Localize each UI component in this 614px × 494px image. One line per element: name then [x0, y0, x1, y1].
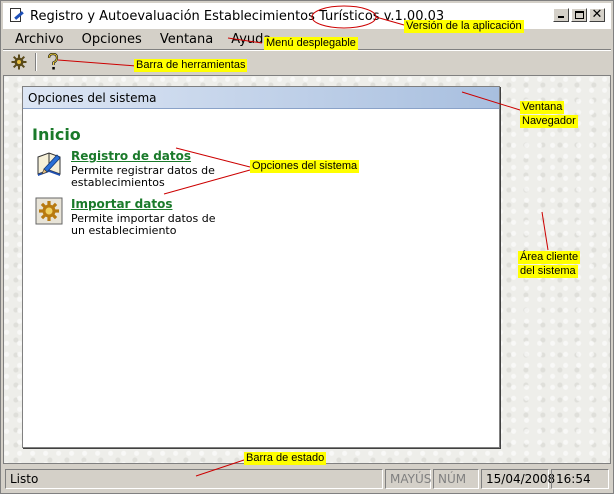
toolbar-separator	[35, 53, 37, 71]
navigator-window: Opciones del sistema Inicio Registro de …	[22, 86, 500, 448]
toolbar	[3, 51, 611, 73]
registro-description: Permite registrar datos de establecimien…	[71, 164, 215, 189]
annotation-navigator-1: Ventana	[520, 101, 565, 114]
menu-ventana[interactable]: Ventana	[160, 32, 213, 47]
annotation-client-2: del sistema	[518, 265, 578, 278]
annotation-menu: Menú desplegable	[264, 37, 358, 50]
book-pencil-icon[interactable]	[35, 149, 63, 177]
importar-link[interactable]: Importar datos	[71, 197, 221, 211]
menu-opciones[interactable]: Opciones	[82, 32, 142, 47]
minimize-button[interactable]	[553, 8, 569, 22]
option-importar: Importar datos Permite importar datos de…	[35, 197, 221, 237]
close-button[interactable]: ✕	[589, 7, 605, 22]
importar-description: Permite importar datos de un establecimi…	[71, 212, 216, 237]
settings-gear-icon[interactable]	[9, 52, 29, 72]
registro-link[interactable]: Registro de datos	[71, 149, 221, 163]
status-bar: Listo MAYÚS NÚM 15/04/2008 16:54	[3, 467, 611, 491]
date-indicator: 15/04/2008	[481, 469, 555, 489]
navigator-heading: Inicio	[32, 125, 81, 144]
annotation-client-1: Área cliente	[518, 251, 581, 264]
annotation-toolbar: Barra de herramientas	[134, 59, 248, 72]
annotation-version: Versión de la aplicación	[404, 20, 524, 33]
annotation-statusbar: Barra de estado	[244, 452, 327, 465]
maximize-button[interactable]	[571, 8, 587, 22]
time-indicator: 16:54	[551, 469, 609, 489]
option-registro: Registro de datos Permite registrar dato…	[35, 149, 221, 189]
app-window: Registro y Autoevaluación Establecimient…	[0, 0, 614, 494]
menu-archivo[interactable]: Archivo	[15, 32, 64, 47]
help-question-icon[interactable]	[43, 52, 63, 72]
num-indicator: NÚM	[433, 469, 479, 489]
annotation-options: Opciones del sistema	[250, 160, 360, 173]
close-icon: ✕	[591, 7, 603, 22]
status-text: Listo	[5, 469, 383, 489]
navigator-header: Opciones del sistema	[23, 87, 499, 109]
window-title: Registro y Autoevaluación Establecimient…	[30, 8, 445, 24]
caps-indicator: MAYÚS	[385, 469, 431, 489]
annotation-navigator-2: Navegador	[520, 115, 578, 128]
gear-import-icon[interactable]	[35, 197, 63, 225]
app-icon[interactable]	[9, 8, 25, 24]
